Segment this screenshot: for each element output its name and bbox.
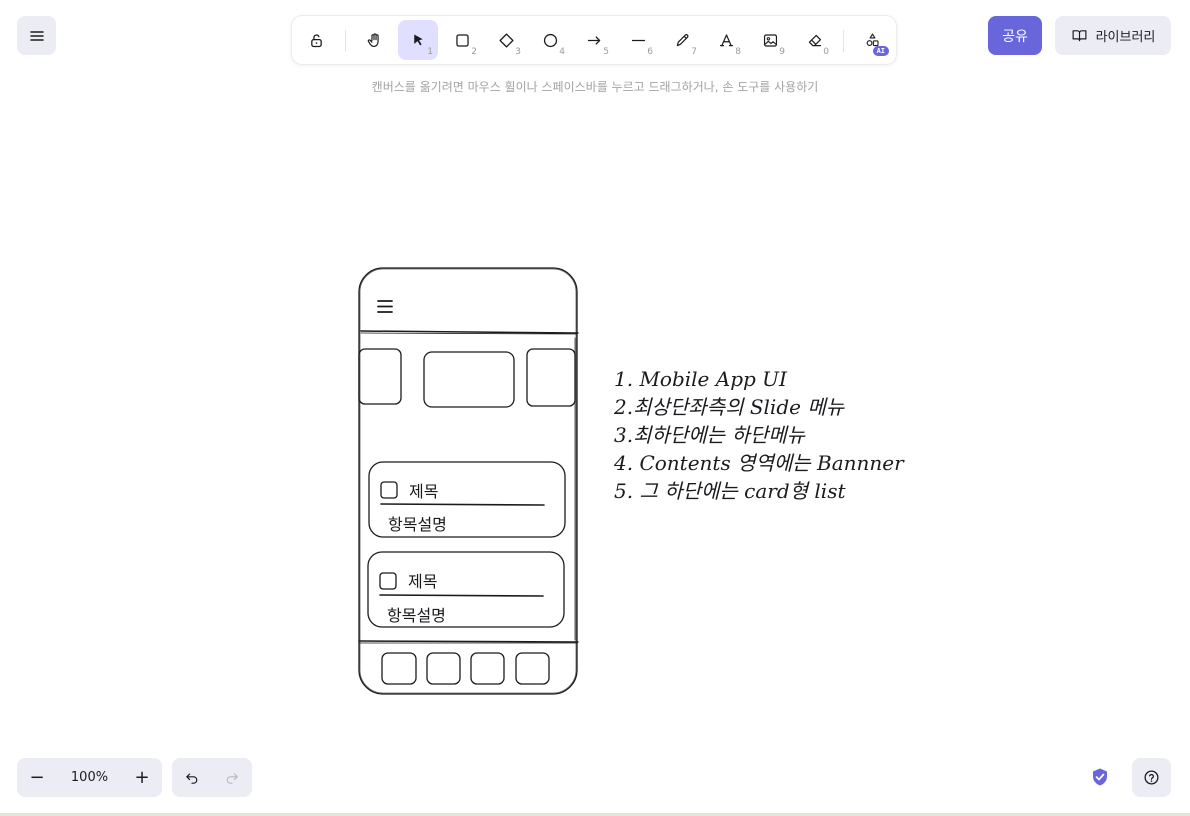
diamond-tool-key: 3 bbox=[515, 47, 521, 57]
pencil-icon bbox=[676, 33, 688, 46]
help-button[interactable] bbox=[1132, 758, 1171, 797]
eraser-tool-key: 0 bbox=[823, 47, 829, 57]
wireframe-hamburger-icon bbox=[377, 300, 393, 313]
zoom-level[interactable]: 100% bbox=[57, 758, 122, 797]
banner-right bbox=[526, 348, 576, 407]
line-icon bbox=[631, 39, 645, 41]
redo-button[interactable] bbox=[212, 758, 252, 797]
canvas-hint: 캔버스를 옮기려면 마우스 휠이나 스페이스바를 누르고 드래그하거나, 손 도… bbox=[371, 80, 819, 94]
arrow-tool-key: 5 bbox=[603, 47, 609, 57]
library-label: 라이브러리 bbox=[1095, 30, 1156, 45]
shield-check-icon bbox=[1093, 768, 1107, 786]
ellipse-icon bbox=[543, 33, 557, 47]
bottom-nav-item-4 bbox=[515, 652, 550, 685]
text-icon bbox=[719, 33, 733, 46]
zoom-controls: − 100% + bbox=[17, 758, 162, 797]
requirements-note[interactable]: 1. Mobile App UI 2.최상단좌측의 Slide 메뉴 3.최하단… bbox=[614, 365, 904, 505]
selection-tool-key: 1 bbox=[427, 47, 433, 57]
image-tool-key: 9 bbox=[779, 47, 785, 57]
banner-center bbox=[423, 351, 515, 408]
note-line-5: 5. 그 하단에는 card형 list bbox=[614, 479, 846, 503]
undo-icon bbox=[186, 772, 198, 784]
image-icon bbox=[763, 33, 777, 47]
unlock-icon bbox=[310, 33, 322, 47]
card-2-checkbox bbox=[379, 572, 397, 590]
undo-redo-controls bbox=[172, 758, 252, 797]
card-2-title: 제목 bbox=[408, 572, 438, 591]
image-tool[interactable]: 9 bbox=[750, 20, 790, 60]
undo-button[interactable] bbox=[172, 758, 212, 797]
line-tool[interactable]: 6 bbox=[618, 20, 658, 60]
bottom-nav-item-3 bbox=[470, 652, 505, 685]
bottom-nav-item-2 bbox=[426, 652, 461, 685]
hand-icon bbox=[367, 32, 379, 47]
line-tool-key: 6 bbox=[647, 47, 653, 57]
rectangle-tool[interactable]: 2 bbox=[442, 20, 482, 60]
note-line-1: 1. Mobile App UI bbox=[614, 367, 787, 391]
note-line-2: 2.최상단좌측의 Slide 메뉴 bbox=[614, 395, 845, 419]
card-1-title: 제목 bbox=[409, 482, 439, 501]
header-divider bbox=[360, 330, 579, 334]
pointer-icon bbox=[413, 34, 423, 45]
ellipse-tool-key: 4 bbox=[559, 47, 565, 57]
banner-left bbox=[358, 348, 402, 405]
toolbar-separator bbox=[843, 30, 844, 52]
diamond-tool[interactable]: 3 bbox=[486, 20, 526, 60]
toolbar-separator bbox=[345, 30, 346, 52]
hamburger-icon bbox=[29, 30, 44, 41]
note-line-4: 4. Contents 영역에는 Bannner bbox=[614, 451, 904, 475]
arrow-right-icon bbox=[587, 35, 600, 45]
shapes-toolbar: 1 2 3 4 5 6 7 8 9 0 AI bbox=[292, 16, 896, 64]
eraser-icon bbox=[808, 34, 821, 46]
rectangle-icon bbox=[455, 33, 469, 47]
phone-frame bbox=[358, 267, 578, 695]
text-tool[interactable]: 8 bbox=[706, 20, 746, 60]
rectangle-tool-key: 2 bbox=[471, 47, 477, 57]
bottom-nav-item-1 bbox=[381, 652, 417, 685]
hand-tool[interactable] bbox=[354, 20, 394, 60]
card-2-divider bbox=[379, 594, 544, 597]
book-open-icon bbox=[1072, 30, 1087, 42]
card-1-description: 항목설명 bbox=[388, 515, 447, 534]
more-shapes-ai-tool[interactable]: AI bbox=[852, 20, 892, 60]
library-button[interactable]: 라이브러리 bbox=[1055, 16, 1171, 55]
zoom-in-button[interactable]: + bbox=[122, 758, 162, 797]
selection-tool[interactable]: 1 bbox=[398, 20, 438, 60]
encryption-badge[interactable] bbox=[1088, 765, 1112, 789]
canvas-drawing[interactable] bbox=[0, 0, 1190, 816]
bottom-nav-divider bbox=[358, 640, 579, 643]
diamond-icon bbox=[498, 32, 514, 48]
help-icon bbox=[1144, 770, 1159, 785]
redo-icon bbox=[226, 772, 238, 784]
ellipse-tool[interactable]: 4 bbox=[530, 20, 570, 60]
draw-tool[interactable]: 7 bbox=[662, 20, 702, 60]
card-1-divider bbox=[380, 503, 545, 506]
note-line-3: 3.최하단에는 하단메뉴 bbox=[614, 423, 806, 447]
card-1-checkbox bbox=[380, 481, 398, 499]
arrow-tool[interactable]: 5 bbox=[574, 20, 614, 60]
card-2-description: 항목설명 bbox=[387, 606, 446, 625]
phone-frame-sketch bbox=[359, 268, 577, 694]
share-button[interactable]: 공유 bbox=[988, 16, 1042, 55]
text-tool-key: 8 bbox=[735, 47, 741, 57]
main-menu-button[interactable] bbox=[17, 16, 56, 55]
zoom-out-button[interactable]: − bbox=[17, 758, 57, 797]
lock-tool[interactable] bbox=[296, 20, 336, 60]
eraser-tool[interactable]: 0 bbox=[794, 20, 834, 60]
ai-badge: AI bbox=[872, 46, 889, 56]
draw-tool-key: 7 bbox=[691, 47, 697, 57]
